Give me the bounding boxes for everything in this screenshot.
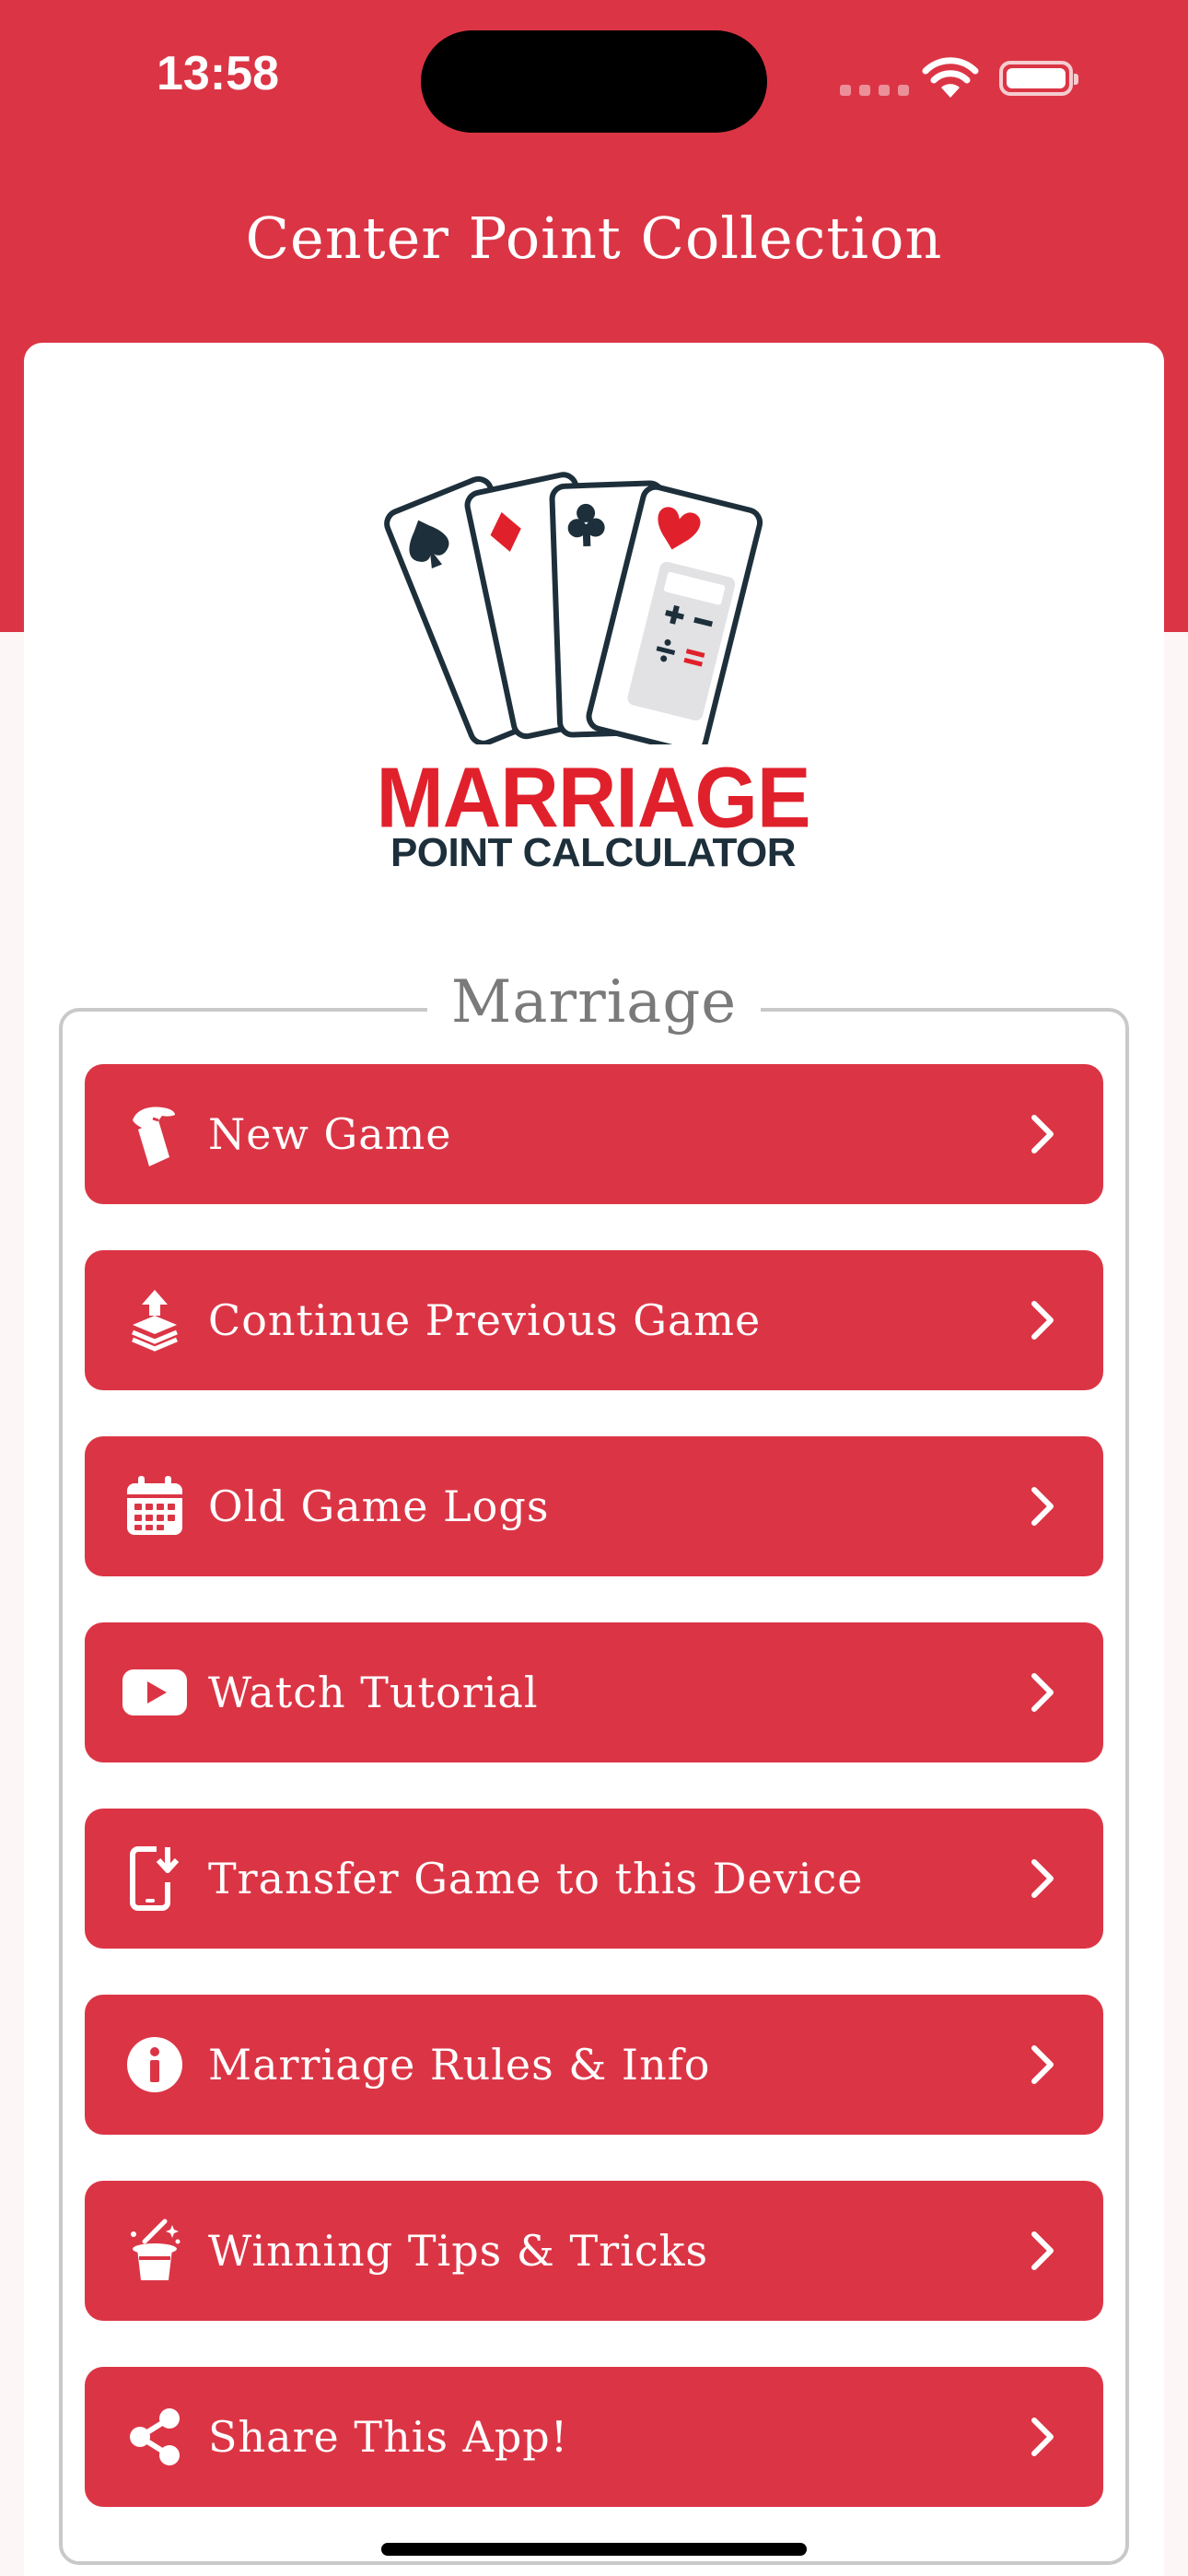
hand-card-icon [118, 1097, 192, 1171]
transfer-game-button[interactable]: Transfer Game to this Device [85, 1809, 1103, 1949]
section-legend-text: Marriage [426, 967, 762, 1037]
calendar-icon [118, 1469, 192, 1543]
share-app-label: Share This App! [208, 2412, 569, 2462]
winning-tips-button[interactable]: Winning Tips & Tricks [85, 2181, 1103, 2321]
share-icon [118, 2400, 192, 2474]
new-game-label: New Game [208, 1109, 452, 1159]
wifi-icon [922, 57, 979, 98]
old-game-logs-button[interactable]: Old Game Logs [85, 1436, 1103, 1576]
chevron-right-icon [1024, 1293, 1061, 1348]
dynamic-island [421, 30, 767, 133]
chevron-right-icon [1024, 1851, 1061, 1906]
chevron-right-icon [1024, 2409, 1061, 2465]
status-bar: 13:58 [0, 0, 1188, 157]
battery-icon [999, 61, 1078, 96]
chevron-right-icon [1024, 1107, 1061, 1162]
stack-upload-icon [118, 1283, 192, 1357]
magic-hat-icon [118, 2214, 192, 2288]
section-legend: Marriage [0, 967, 1188, 1037]
youtube-play-icon [118, 1656, 192, 1729]
transfer-game-label: Transfer Game to this Device [208, 1854, 864, 1903]
info-icon [118, 2028, 192, 2102]
marriage-rules-label: Marriage Rules & Info [208, 2040, 711, 2090]
home-indicator[interactable] [381, 2543, 807, 2556]
marriage-rules-button[interactable]: Marriage Rules & Info [85, 1995, 1103, 2135]
continue-previous-game-button[interactable]: Continue Previous Game [85, 1250, 1103, 1390]
cellular-signal-icon [840, 85, 909, 96]
new-game-button[interactable]: New Game [85, 1064, 1103, 1204]
phone-download-icon [118, 1842, 192, 1915]
status-time: 13:58 [157, 47, 279, 100]
logo-wordmark: MARRIAGE [376, 749, 810, 846]
logo-subtitle: POINT CALCULATOR [390, 830, 797, 875]
cards-calculator-logo-icon [384, 472, 763, 744]
share-app-button[interactable]: Share This App! [85, 2367, 1103, 2507]
page-title: Center Point Collection [245, 205, 943, 272]
marriage-section [59, 1008, 1129, 2565]
watch-tutorial-button[interactable]: Watch Tutorial [85, 1622, 1103, 1762]
chevron-right-icon [1024, 1479, 1061, 1534]
old-game-logs-label: Old Game Logs [208, 1481, 550, 1531]
chevron-right-icon [1024, 2037, 1061, 2092]
chevron-right-icon [1024, 2223, 1061, 2278]
continue-previous-game-label: Continue Previous Game [208, 1295, 762, 1345]
winning-tips-label: Winning Tips & Tricks [208, 2226, 709, 2276]
watch-tutorial-label: Watch Tutorial [208, 1668, 539, 1717]
chevron-right-icon [1024, 1665, 1061, 1720]
